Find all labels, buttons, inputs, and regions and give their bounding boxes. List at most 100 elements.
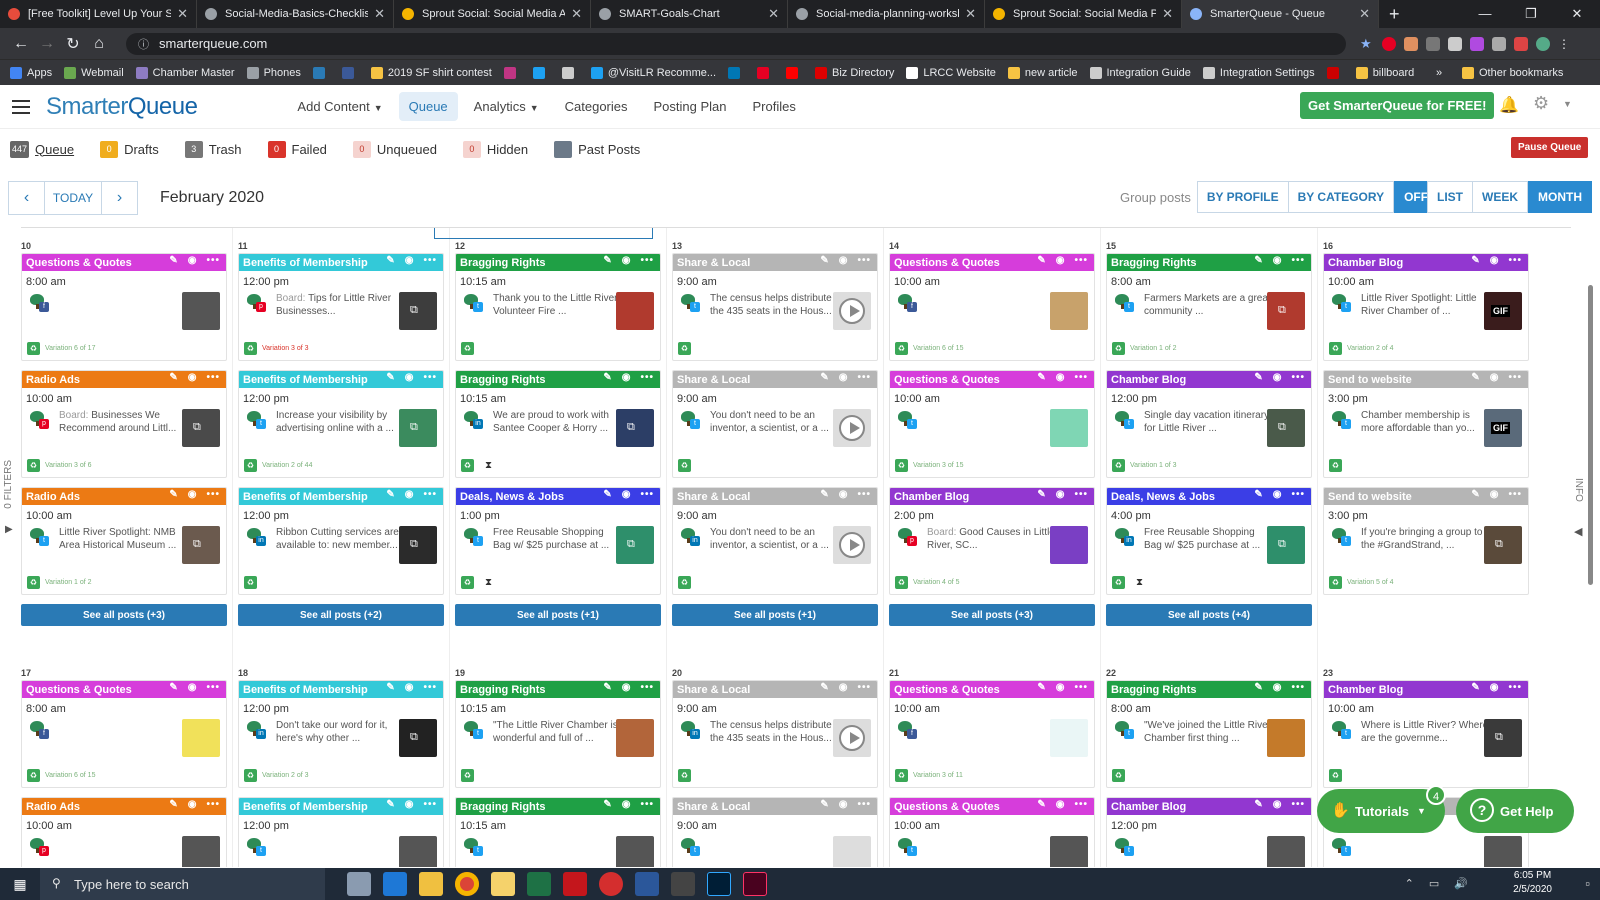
post-card[interactable]: Bragging Rights✎◉•••10:15 amt♻	[455, 797, 661, 867]
tab-close-icon[interactable]: ✕	[1359, 6, 1370, 22]
eye-icon[interactable]: ◉	[622, 799, 632, 810]
browser-tab[interactable]: Social-media-planning-workshee ✕	[788, 0, 985, 28]
bell-icon[interactable]: 🔔	[1499, 95, 1519, 115]
hamburger-menu-icon[interactable]	[12, 99, 30, 114]
edge-icon[interactable]	[383, 872, 407, 896]
queue-tab-unqueued[interactable]: 0 Unqueued	[352, 140, 437, 158]
window-close-icon[interactable]: ✕	[1554, 0, 1600, 28]
info-toggle[interactable]: INFO	[1573, 478, 1584, 502]
eye-icon[interactable]: ◉	[1490, 255, 1500, 266]
post-card[interactable]: Chamber Blog ✎ ◉ ••• 12:00 pm t Single day vac…	[1106, 370, 1312, 478]
post-category-header[interactable]: Questions & Quotes ✎ ◉ •••	[890, 681, 1094, 698]
post-card[interactable]: Questions & Quotes✎◉•••10:00 amt♻	[889, 797, 1095, 867]
post-card[interactable]: Bragging Rights ✎ ◉ ••• 10:15 am t "The Little…	[455, 680, 661, 788]
nav-queue[interactable]: Queue	[398, 92, 458, 121]
more-icon[interactable]: •••	[857, 372, 871, 383]
see-all-posts-button[interactable]: See all posts (+1)	[455, 604, 661, 626]
edit-icon[interactable]: ✎	[820, 799, 829, 810]
edit-icon[interactable]: ✎	[1037, 682, 1046, 693]
post-category-header[interactable]: Chamber Blog ✎ ◉ •••	[1324, 254, 1528, 271]
eye-icon[interactable]: ◉	[1056, 372, 1066, 383]
indesign-icon[interactable]	[743, 872, 767, 896]
more-icon[interactable]: •••	[640, 799, 654, 810]
post-card[interactable]: Questions & Quotes ✎ ◉ ••• 10:00 am f ♻ Variati…	[889, 680, 1095, 788]
forward-icon[interactable]: →	[34, 35, 60, 53]
bookmark[interactable]: Biz Directory	[815, 66, 894, 79]
post-thumbnail[interactable]: ⧉	[182, 526, 220, 564]
post-thumbnail[interactable]	[182, 836, 220, 867]
post-category-header[interactable]: Questions & Quotes ✎ ◉ •••	[22, 254, 226, 271]
word-icon[interactable]	[635, 872, 659, 896]
post-category-header[interactable]: Chamber Blog ✎ ◉ •••	[890, 488, 1094, 505]
browser-tab[interactable]: SMART-Goals-Chart ✕	[591, 0, 788, 28]
post-thumbnail[interactable]	[1050, 719, 1088, 757]
nav-categories[interactable]: Categories	[555, 92, 638, 121]
post-card[interactable]: Share & Local ✎ ◉ ••• 9:00 am t You don't need…	[672, 370, 878, 478]
task-view-icon[interactable]	[347, 872, 371, 896]
reload-icon[interactable]: ↻	[60, 34, 86, 54]
eye-icon[interactable]: ◉	[622, 372, 632, 383]
post-thumbnail[interactable]	[1050, 526, 1088, 564]
eye-icon[interactable]: ◉	[188, 372, 198, 383]
more-icon[interactable]: •••	[640, 489, 654, 500]
post-category-header[interactable]: Bragging Rights ✎ ◉ •••	[1107, 681, 1311, 698]
edit-icon[interactable]: ✎	[820, 489, 829, 500]
post-thumbnail[interactable]	[1267, 836, 1305, 867]
eye-icon[interactable]: ◉	[188, 489, 198, 500]
edit-icon[interactable]: ✎	[386, 682, 395, 693]
post-thumbnail[interactable]: ⧉	[399, 409, 437, 447]
system-tray-icons[interactable]: ⌃ ▭ 🔊	[1405, 877, 1474, 890]
edit-icon[interactable]: ✎	[1254, 255, 1263, 266]
post-card[interactable]: Benefits of Membership ✎ ◉ ••• 12:00 pm p Boar…	[238, 253, 444, 361]
ext-icon[interactable]	[1404, 36, 1418, 51]
post-card[interactable]: Questions & Quotes ✎ ◉ ••• 10:00 am f ♻ Variati…	[889, 253, 1095, 361]
notifications-icon[interactable]: ▫	[1585, 876, 1590, 891]
post-thumbnail[interactable]	[182, 292, 220, 330]
post-card[interactable]: Bragging Rights ✎ ◉ ••• 10:15 am in We are pro…	[455, 370, 661, 478]
bookmark[interactable]	[532, 66, 550, 79]
post-card[interactable]: Benefits of Membership ✎ ◉ ••• 12:00 pm in Don…	[238, 680, 444, 788]
more-icon[interactable]: •••	[1508, 372, 1522, 383]
post-thumbnail[interactable]: ⧉	[616, 526, 654, 564]
post-category-header[interactable]: Chamber Blog ✎ ◉ •••	[1324, 681, 1528, 698]
bookmark[interactable]	[1326, 66, 1344, 79]
today-button[interactable]: TODAY	[45, 181, 101, 215]
more-icon[interactable]: •••	[1074, 489, 1088, 500]
windows-start-icon[interactable]: ▦	[0, 876, 40, 893]
eye-icon[interactable]: ◉	[188, 682, 198, 693]
post-card[interactable]: Send to website ✎ ◉ ••• 3:00 pm t If you're br…	[1323, 487, 1529, 595]
post-thumbnail[interactable]	[1050, 836, 1088, 867]
prev-month-button[interactable]: ‹	[8, 181, 45, 215]
more-icon[interactable]: •••	[1074, 682, 1088, 693]
see-all-posts-button[interactable]: See all posts (+1)	[672, 604, 878, 626]
eye-icon[interactable]: ◉	[1056, 489, 1066, 500]
more-icon[interactable]: •••	[1074, 799, 1088, 810]
eye-icon[interactable]: ◉	[839, 682, 849, 693]
nav-profiles[interactable]: Profiles	[743, 92, 806, 121]
eye-icon[interactable]: ◉	[1490, 489, 1500, 500]
post-card[interactable]: Bragging Rights ✎ ◉ ••• 10:15 am t Thank you t…	[455, 253, 661, 361]
see-all-posts-button[interactable]: See all posts (+3)	[889, 604, 1095, 626]
post-category-header[interactable]: Radio Ads ✎ ◉ •••	[22, 488, 226, 505]
more-icon[interactable]: •••	[1291, 799, 1305, 810]
post-thumbnail[interactable]	[616, 292, 654, 330]
edit-icon[interactable]: ✎	[1037, 489, 1046, 500]
more-icon[interactable]: •••	[423, 489, 437, 500]
by-profile-button[interactable]: BY PROFILE	[1196, 181, 1289, 213]
sticky-notes-icon[interactable]	[491, 872, 515, 896]
post-category-header[interactable]: Questions & Quotes ✎ ◉ •••	[890, 371, 1094, 388]
more-icon[interactable]: •••	[1508, 255, 1522, 266]
back-icon[interactable]: ←	[8, 35, 34, 53]
gear-icon[interactable]: ⚙	[1533, 93, 1549, 114]
bookmark[interactable]: new article	[1007, 66, 1078, 79]
more-icon[interactable]: •••	[1074, 255, 1088, 266]
queue-tab-trash[interactable]: 3 Trash	[184, 140, 242, 158]
expand-left-icon[interactable]: ◀	[1574, 525, 1582, 538]
post-card[interactable]: Bragging Rights ✎ ◉ ••• 8:00 am t Farmers Mark…	[1106, 253, 1312, 361]
more-icon[interactable]: •••	[423, 682, 437, 693]
more-icon[interactable]: •••	[1508, 489, 1522, 500]
post-thumbnail[interactable]: ⧉	[399, 292, 437, 330]
bookmark[interactable]	[561, 66, 579, 79]
edit-icon[interactable]: ✎	[1254, 682, 1263, 693]
edit-icon[interactable]: ✎	[1254, 372, 1263, 383]
